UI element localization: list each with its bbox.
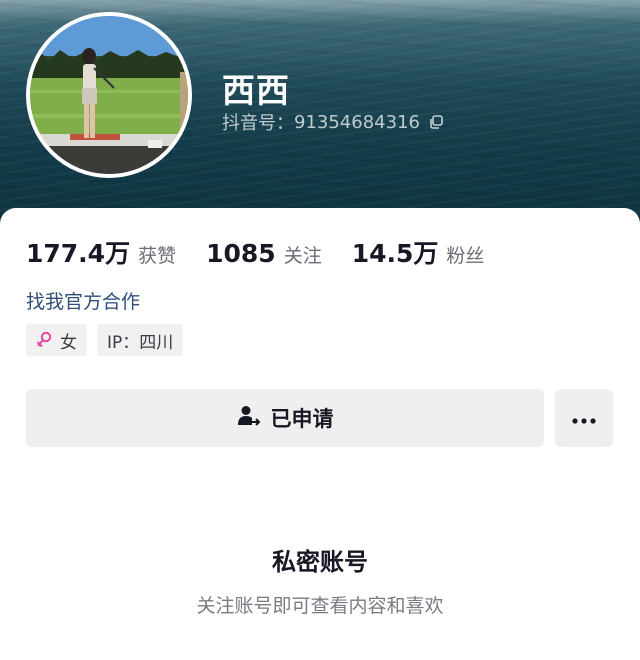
copy-icon[interactable] bbox=[428, 114, 444, 130]
stats-row: 177.4万 获赞 1085 关注 14.5万 粉丝 bbox=[26, 234, 514, 270]
more-icon bbox=[572, 409, 596, 428]
ip-location-label: IP：四川 bbox=[107, 332, 174, 353]
private-account-title: 私密账号 bbox=[272, 548, 368, 576]
stat-likes-value: 177.4万 bbox=[26, 239, 131, 268]
official-cooperation-link[interactable]: 找我官方合作 bbox=[26, 287, 140, 314]
gender-tag: 女 bbox=[26, 324, 87, 356]
applied-follow-button[interactable]: 已申请 bbox=[26, 389, 544, 447]
gender-label: 女 bbox=[60, 332, 77, 353]
applied-follow-label: 已申请 bbox=[270, 407, 334, 431]
stat-likes-label: 获赞 bbox=[138, 245, 177, 267]
account-id-value: 91354684316 bbox=[294, 111, 420, 133]
avatar-photo bbox=[30, 16, 188, 174]
username: 西西 bbox=[222, 71, 290, 110]
stat-followers-label: 粉丝 bbox=[446, 245, 485, 267]
stat-following[interactable]: 1085 关注 bbox=[206, 239, 322, 268]
account-id-label: 抖音号： bbox=[222, 113, 294, 134]
stat-followers-value: 14.5万 bbox=[351, 239, 439, 268]
stat-likes[interactable]: 177.4万 获赞 bbox=[26, 234, 176, 270]
stat-following-label: 关注 bbox=[283, 245, 322, 267]
ip-location-tag: IP：四川 bbox=[97, 324, 184, 356]
user-arrow-icon bbox=[237, 405, 261, 432]
stat-following-value: 1085 bbox=[206, 239, 276, 268]
account-id-line: 抖音号： 91354684316 bbox=[222, 109, 444, 135]
more-options-button[interactable] bbox=[555, 389, 613, 447]
profile-tags: 女 IP：四川 bbox=[26, 324, 184, 356]
profile-card: 177.4万 获赞 1085 关注 14.5万 粉丝 找我官方合作 女 IP：四… bbox=[0, 208, 640, 660]
stat-followers[interactable]: 14.5万 粉丝 bbox=[352, 234, 485, 270]
avatar[interactable] bbox=[26, 12, 192, 178]
private-account-subtitle: 关注账号即可查看内容和喜欢 bbox=[196, 595, 444, 617]
female-icon bbox=[36, 331, 52, 349]
